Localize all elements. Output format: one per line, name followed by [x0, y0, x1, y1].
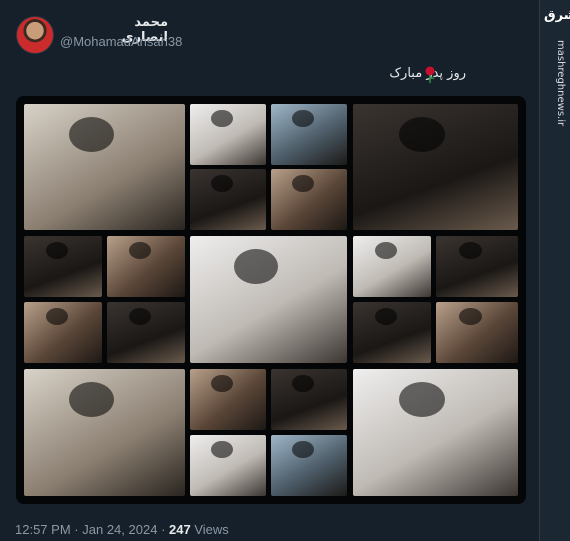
post-date[interactable]: Jan 24, 2024: [82, 522, 157, 537]
collage-photo: [24, 302, 102, 363]
collage-photo: [24, 236, 102, 297]
collage-photo: [353, 104, 518, 230]
collage-photo: [24, 104, 185, 230]
photo-collage[interactable]: [16, 96, 526, 504]
collage-photo: [353, 236, 431, 297]
views-label: Views: [194, 522, 229, 537]
meta-separator: ·: [161, 522, 166, 537]
rose-icon: [425, 66, 435, 83]
collage-photo: [271, 104, 347, 165]
meta-separator: ·: [74, 522, 79, 537]
collage-photo: [190, 104, 266, 165]
collage-photo: [190, 169, 266, 230]
collage-photo: [436, 302, 518, 363]
collage-photo: [190, 369, 266, 430]
collage-photo: [271, 435, 347, 496]
post-meta: 12:57 PM · Jan 24, 2024 · 247 Views: [15, 522, 229, 537]
collage-photo: [353, 369, 518, 496]
collage-photo: [190, 236, 347, 363]
mashregh-logo: مشرق: [544, 8, 570, 23]
collage-photo: [353, 302, 431, 363]
views-count: 247: [169, 522, 191, 537]
watermark-strip: مشرق mashreghnews.ir: [539, 0, 570, 541]
collage-photo: [107, 302, 185, 363]
author-handle[interactable]: @MohamadAnsari38: [60, 34, 182, 49]
collage-photo: [190, 435, 266, 496]
collage-photo: [271, 169, 347, 230]
post-time[interactable]: 12:57 PM: [15, 522, 71, 537]
watermark-url: mashreghnews.ir: [555, 40, 566, 127]
collage-photo: [436, 236, 518, 297]
collage-photo: [271, 369, 347, 430]
avatar[interactable]: [16, 16, 54, 54]
collage-photo: [107, 236, 185, 297]
collage-photo: [24, 369, 185, 496]
